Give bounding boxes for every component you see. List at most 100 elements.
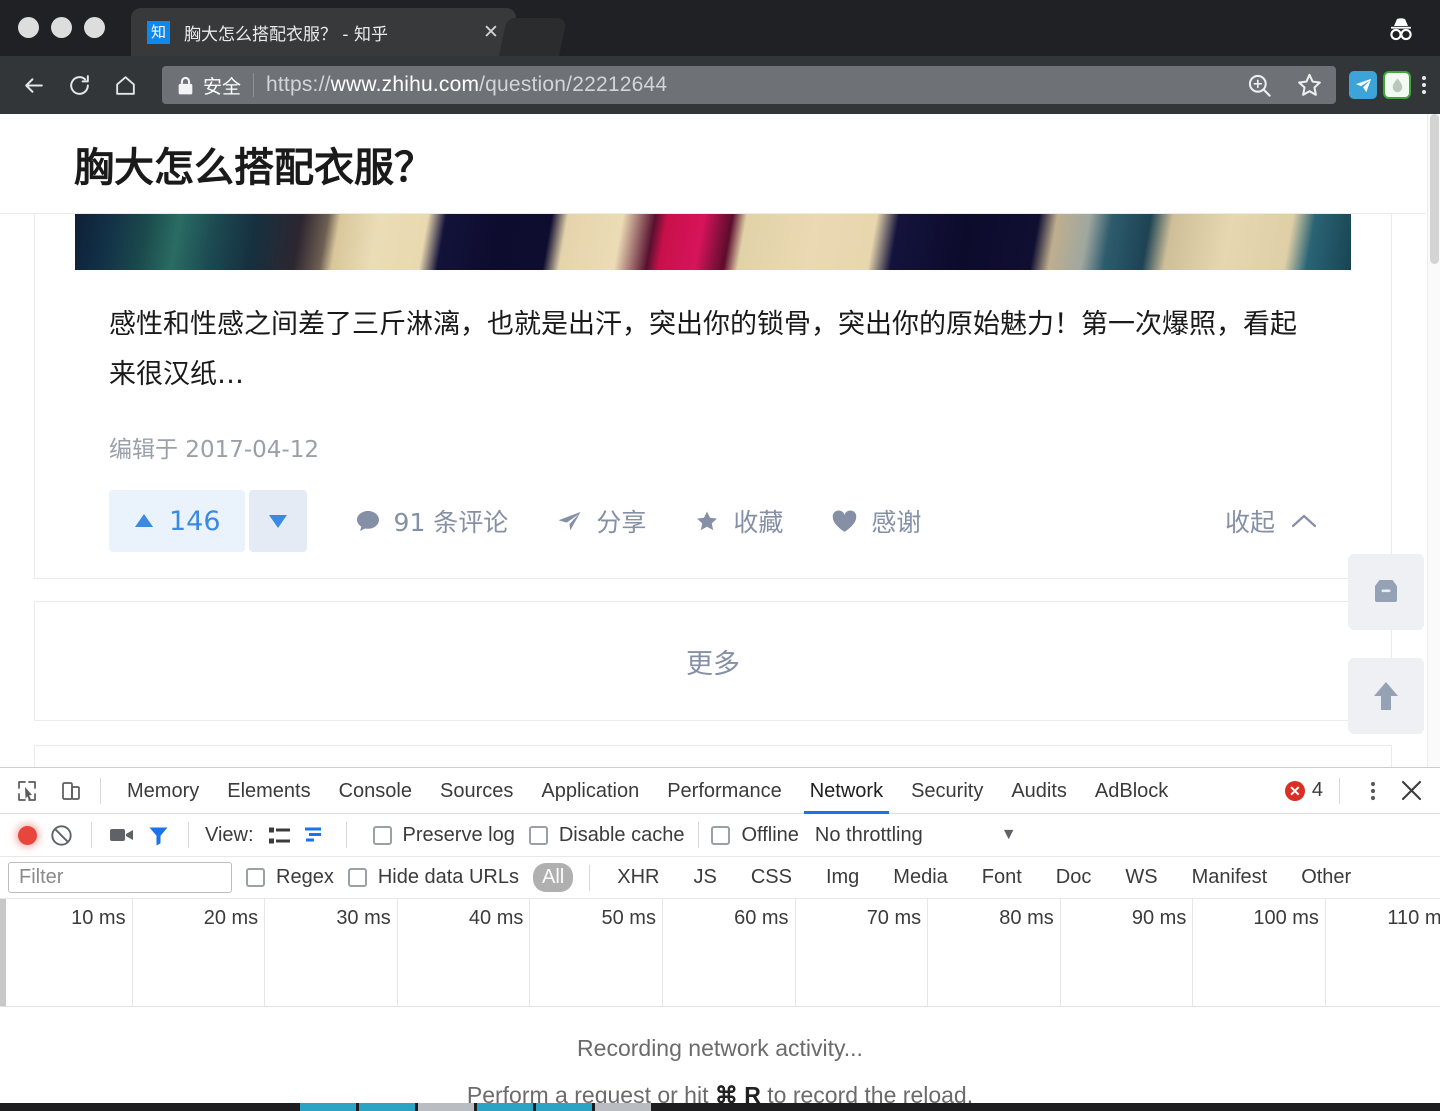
dock-item[interactable]: [477, 1103, 533, 1111]
checkbox-box[interactable]: [246, 868, 265, 887]
throttling-select[interactable]: No throttling: [815, 824, 923, 847]
checkbox-box[interactable]: [372, 825, 392, 845]
chrome-menu-icon[interactable]: [1414, 76, 1440, 94]
reload-icon[interactable]: [56, 62, 102, 108]
network-timeline-ruler[interactable]: 10 ms 20 ms 30 ms 40 ms 50 ms 60 ms 70 m…: [0, 899, 1440, 1007]
tab-console[interactable]: Console: [325, 768, 426, 814]
extension-telegram-button[interactable]: [1346, 68, 1380, 102]
back-arrow-icon[interactable]: [10, 62, 56, 108]
preserve-log-checkbox[interactable]: Preserve log: [372, 823, 515, 847]
close-window-button[interactable]: [18, 17, 39, 38]
tab-application[interactable]: Application: [527, 768, 653, 814]
type-filter-all[interactable]: All: [533, 863, 574, 892]
checkbox-box[interactable]: [711, 825, 731, 845]
devtools-close-icon[interactable]: [1394, 774, 1428, 808]
devtools-tab-bar: Memory Elements Console Sources Applicat…: [0, 768, 1440, 814]
timeline-tick: 110 ms: [1326, 899, 1440, 1006]
page-title: 胸大怎么搭配衣服？: [74, 144, 434, 191]
checkbox-box[interactable]: [528, 825, 548, 845]
comments-button[interactable]: 91 条评论: [355, 503, 508, 539]
tab-elements[interactable]: Elements: [213, 768, 324, 814]
browser-toolbar: 安全 https://www.zhihu.com/question/222126…: [0, 56, 1440, 114]
tab-network[interactable]: Network: [796, 768, 897, 814]
thanks-button[interactable]: 感谢: [831, 503, 921, 539]
tab-performance[interactable]: Performance: [653, 768, 796, 814]
type-filter-manifest[interactable]: Manifest: [1183, 863, 1277, 892]
collapse-button[interactable]: 收起: [1225, 503, 1317, 539]
load-more-button[interactable]: 更多: [34, 601, 1392, 721]
device-toolbar-icon[interactable]: [54, 774, 88, 808]
dock-item[interactable]: [536, 1103, 592, 1111]
network-empty-state: Recording network activity... Perform a …: [0, 1007, 1440, 1109]
devtools-menu-icon[interactable]: [1356, 774, 1390, 808]
inbox-icon[interactable]: [1348, 554, 1424, 630]
collapse-label: 收起: [1224, 508, 1275, 537]
waterfall-view-icon[interactable]: [298, 817, 334, 853]
answer-edited-date: 编辑于 2017-04-12: [109, 437, 319, 463]
address-bar[interactable]: 安全 https://www.zhihu.com/question/222126…: [162, 66, 1336, 104]
filter-funnel-icon[interactable]: [140, 817, 176, 853]
disable-cache-checkbox[interactable]: Disable cache: [528, 824, 684, 847]
offline-checkbox[interactable]: Offline: [711, 824, 799, 847]
downvote-button[interactable]: [248, 490, 307, 552]
scroll-to-top-icon[interactable]: [1348, 658, 1424, 734]
tab-memory[interactable]: Memory: [113, 768, 213, 814]
tab-security[interactable]: Security: [897, 768, 997, 814]
url-path: /question/22212644: [479, 73, 668, 96]
tick-label: 100 ms: [1253, 907, 1319, 929]
page-content: 胸大怎么搭配衣服？ 感性和性感之间差了三斤淋漓，也就是出汗，突出你的锁骨，突出你…: [0, 114, 1426, 767]
type-filter-media[interactable]: Media: [884, 863, 956, 892]
tick-label: 30 ms: [336, 907, 391, 929]
type-filter-css[interactable]: CSS: [742, 863, 801, 892]
dock-item[interactable]: [359, 1103, 415, 1111]
home-icon[interactable]: [102, 62, 148, 108]
type-filter-ws[interactable]: WS: [1116, 863, 1166, 892]
tick-label: 90 ms: [1131, 907, 1187, 929]
extension-green-button[interactable]: [1380, 68, 1414, 102]
maximize-window-button[interactable]: [84, 17, 105, 38]
record-button[interactable]: [18, 825, 37, 845]
answer-excerpt: 感性和性感之间差了三斤淋漓，也就是出汗，突出你的锁骨，突出你的原始魅力！第一次爆…: [109, 309, 1297, 390]
filter-input[interactable]: [8, 862, 232, 893]
preserve-log-label: Preserve log: [402, 823, 515, 846]
share-button[interactable]: 分享: [556, 503, 646, 539]
page-scrollbar-thumb[interactable]: [1430, 114, 1439, 264]
regex-checkbox[interactable]: Regex: [246, 866, 334, 889]
list-view-icon[interactable]: [262, 817, 298, 853]
tab-audits[interactable]: Audits: [997, 768, 1081, 814]
dock-item[interactable]: [300, 1103, 356, 1111]
tab-sources[interactable]: Sources: [426, 768, 527, 814]
favorite-button[interactable]: 收藏: [694, 503, 783, 539]
star-icon[interactable]: [1292, 68, 1326, 102]
browser-tab-active[interactable]: 知 胸大怎么搭配衣服？ - 知乎 ✕: [131, 8, 516, 56]
upvote-button[interactable]: 146: [109, 490, 245, 552]
checkbox-box[interactable]: [347, 868, 367, 887]
hide-data-urls-checkbox[interactable]: Hide data URLs: [347, 866, 519, 889]
telegram-icon: [1349, 71, 1377, 99]
type-filter-js[interactable]: JS: [684, 863, 725, 892]
dock-item[interactable]: [595, 1103, 651, 1111]
dock-item[interactable]: [418, 1103, 474, 1111]
capture-screenshots-icon[interactable]: [104, 817, 140, 853]
inspect-element-icon[interactable]: [10, 774, 44, 808]
chevron-down-icon[interactable]: ▼: [1001, 826, 1017, 844]
comment-icon: [356, 511, 379, 531]
clear-icon[interactable]: [43, 817, 79, 853]
dock-items[interactable]: [300, 1103, 651, 1111]
page-scrollbar[interactable]: [1427, 114, 1440, 767]
type-filter-font[interactable]: Font: [973, 863, 1031, 892]
error-count-badge[interactable]: ✕ 4: [1284, 779, 1323, 802]
type-filter-other[interactable]: Other: [1292, 863, 1360, 892]
zoom-in-icon[interactable]: [1242, 68, 1276, 102]
tab-adblock[interactable]: AdBlock: [1081, 768, 1182, 814]
tick-label: 80 ms: [999, 907, 1054, 929]
timeline-tick: 20 ms: [133, 899, 266, 1006]
timeline-tick: 30 ms: [265, 899, 398, 1006]
toolbar-divider: [100, 777, 101, 804]
type-filter-doc[interactable]: Doc: [1047, 863, 1101, 892]
os-dock: [0, 1103, 1440, 1111]
new-tab-button[interactable]: [498, 18, 568, 56]
minimize-window-button[interactable]: [51, 17, 72, 38]
type-filter-img[interactable]: Img: [817, 863, 868, 892]
type-filter-xhr[interactable]: XHR: [608, 863, 668, 892]
